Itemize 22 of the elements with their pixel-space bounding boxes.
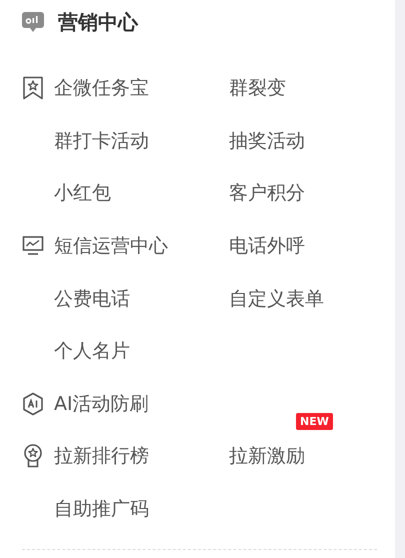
menu-item[interactable]: 自定义表单	[229, 288, 324, 310]
new-badge: NEW	[296, 413, 333, 430]
menu-item[interactable]: 群打卡活动	[54, 128, 149, 154]
menu-item[interactable]: 短信运营中心	[54, 233, 168, 260]
medal-icon	[22, 444, 44, 468]
menu-item[interactable]: 拉新激励	[229, 445, 305, 468]
bookmark-star-icon	[22, 76, 44, 100]
menu-item[interactable]: 企微任务宝	[54, 75, 149, 102]
section-title: 营销中心	[58, 8, 138, 36]
ai-hexagon-icon	[22, 392, 44, 416]
menu-item[interactable]: 个人名片	[54, 338, 130, 364]
menu-item[interactable]: 群裂变	[229, 77, 286, 100]
menu-item[interactable]: 电话外呼	[229, 235, 305, 258]
chart-icon	[22, 11, 44, 33]
menu-item[interactable]: 客户积分	[229, 182, 305, 204]
menu-item[interactable]: 抽奖活动	[229, 130, 305, 152]
menu-item[interactable]: 公费电话	[54, 286, 130, 312]
monitor-chart-icon	[22, 235, 44, 258]
menu-item[interactable]: 小红包	[54, 180, 111, 206]
menu-item[interactable]: AI活动防刷	[54, 390, 149, 417]
menu-item[interactable]: 拉新排行榜	[54, 443, 149, 470]
menu-item[interactable]: 自助推广码	[54, 496, 149, 522]
